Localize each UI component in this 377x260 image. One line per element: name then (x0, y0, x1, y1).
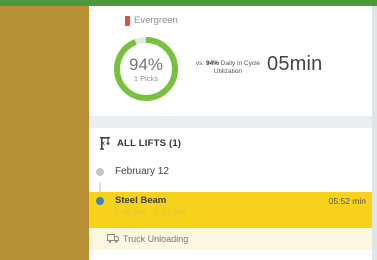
site-marker-icon (125, 16, 130, 26)
activity-row[interactable]: Truck Unloading (89, 228, 372, 250)
site-name: Evergreen (134, 15, 178, 26)
utilization-percent: 94% (128, 54, 164, 74)
date-label: February 12 (115, 166, 169, 177)
comparison-line2: Utilization (213, 68, 243, 75)
donut-center: 94% 1 Picks (113, 36, 179, 102)
date-group: February 12 (89, 162, 372, 182)
picks-count: 1 Picks (133, 73, 159, 83)
activity-label: Truck Unloading (123, 234, 189, 244)
lifts-card: ALL LIFTS (1) February 12 Steel Beam 5:4… (89, 128, 372, 260)
comparison-line1: vs. 94% Daily in Cycle (191, 60, 265, 68)
lifts-header[interactable]: ALL LIFTS (1) (89, 132, 372, 154)
date-dot-icon (96, 168, 104, 176)
crane-icon (100, 137, 110, 150)
section-gap (89, 116, 372, 128)
site-row: Evergreen (125, 15, 178, 27)
left-panel (0, 6, 89, 260)
utilization-card: Evergreen 94% 1 Picks vs. 94% Daily in C… (89, 6, 372, 116)
comparison-value: 94% (205, 60, 219, 67)
lift-name: Steel Beam (115, 195, 167, 206)
lift-time-range: 5:46 AM - 5:51 AM (115, 208, 186, 217)
truck-icon (107, 234, 119, 243)
lifts-title: ALL LIFTS (1) (117, 137, 182, 149)
comparison-text: vs. 94% Daily in Cycle Utilization (191, 60, 265, 76)
utilization-donut: 94% 1 Picks (113, 36, 179, 102)
timeline-connector (99, 182, 101, 192)
lift-duration: 05:52 min (328, 196, 366, 206)
scrollbar-track[interactable] (372, 6, 377, 260)
comparison-prefix: vs. (195, 60, 205, 67)
duration-value: 05min (267, 53, 323, 75)
comparison-suffix: Daily in Cycle (220, 60, 261, 67)
lift-item[interactable]: Steel Beam 5:46 AM - 5:51 AM 05:52 min (89, 192, 372, 228)
lift-status-dot-icon (96, 197, 104, 205)
